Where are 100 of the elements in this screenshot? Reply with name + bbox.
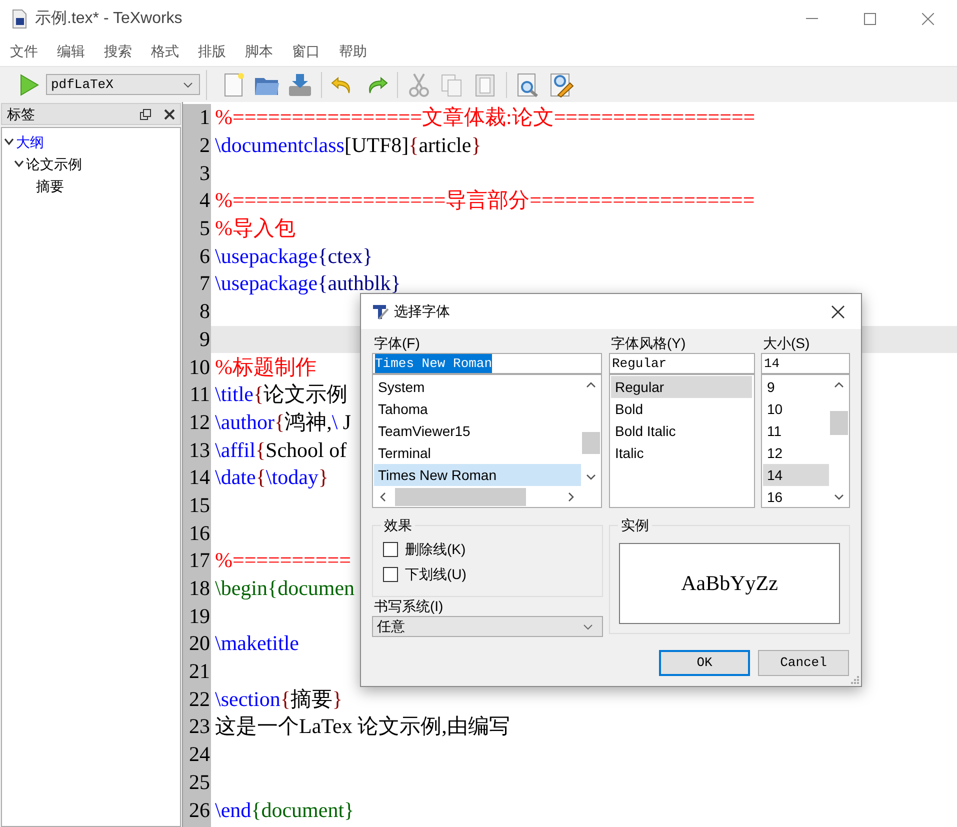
chevron-down-icon[interactable] bbox=[4, 138, 14, 146]
list-item[interactable]: Italic bbox=[611, 442, 754, 464]
scrollbar-thumb[interactable] bbox=[395, 488, 526, 506]
checkbox[interactable] bbox=[383, 566, 398, 582]
minimize-icon bbox=[806, 18, 818, 20]
input-field[interactable]: Times New Roman bbox=[372, 353, 602, 374]
close-icon[interactable] bbox=[164, 108, 175, 120]
close-icon bbox=[831, 304, 845, 318]
line-number: 4 bbox=[200, 190, 210, 212]
line-number: 9 bbox=[200, 328, 210, 350]
line-number: 17 bbox=[189, 550, 210, 572]
tree-item[interactable]: 摘要 bbox=[36, 176, 64, 196]
engine-value: pdfLaTeX bbox=[51, 76, 114, 94]
line-number: 10 bbox=[189, 356, 210, 378]
checkbox-label: 删除线(K) bbox=[405, 540, 466, 559]
group-title: 效果 bbox=[381, 516, 415, 534]
line-number: 13 bbox=[189, 440, 210, 461]
code-line: \affil{School of bbox=[215, 440, 347, 461]
window-title: 示例.tex* - TeXworks bbox=[35, 9, 182, 29]
code-line: \title{论文示例 bbox=[215, 384, 348, 406]
code-line: \documentclass[UTF8]{article} bbox=[215, 135, 482, 156]
group-title: 实例 bbox=[618, 516, 652, 534]
scroll-left-icon[interactable] bbox=[380, 492, 386, 502]
line-number: 15 bbox=[189, 494, 210, 516]
code-line: \author{鸿神,\ J bbox=[215, 412, 352, 433]
code-line: 这是一个LaTex 论文示例,由编写 bbox=[215, 716, 510, 738]
sample-text: AaBbYyZz bbox=[681, 570, 778, 597]
list-item[interactable]: System bbox=[374, 376, 581, 398]
line-number: 1 bbox=[200, 107, 210, 128]
input-value: 14 bbox=[764, 354, 780, 373]
menu-item[interactable]: 帮助 bbox=[339, 40, 367, 62]
menu-item[interactable]: 搜索 bbox=[104, 40, 132, 62]
play-icon[interactable] bbox=[19, 74, 39, 96]
find-replace-icon[interactable] bbox=[548, 72, 574, 98]
scissors-icon[interactable] bbox=[406, 72, 432, 98]
scroll-up-icon[interactable] bbox=[586, 382, 596, 388]
list-item[interactable]: Bold Italic bbox=[611, 420, 754, 442]
tree-item[interactable]: 大纲 bbox=[16, 132, 44, 152]
code-line: %标题制作 bbox=[215, 356, 316, 378]
maximize-icon bbox=[864, 13, 876, 25]
code-line: \section{摘要} bbox=[215, 688, 343, 710]
code-line: \usepackage{ctex} bbox=[215, 246, 373, 267]
menu-item[interactable]: 编辑 bbox=[57, 40, 85, 62]
menu-item[interactable]: 排版 bbox=[198, 40, 226, 62]
engine-dropdown[interactable]: pdfLaTeX bbox=[46, 74, 200, 95]
field-label: 大小(S) bbox=[762, 334, 811, 353]
scroll-down-icon[interactable] bbox=[834, 494, 844, 500]
line-number: 26 bbox=[189, 800, 210, 821]
menu-item[interactable]: 格式 bbox=[151, 40, 179, 62]
input-value: Times New Roman bbox=[375, 354, 492, 374]
line-number: 5 bbox=[200, 218, 210, 240]
input-field[interactable]: Regular bbox=[609, 353, 755, 374]
menu-item[interactable]: 窗口 bbox=[292, 40, 320, 62]
chevron-down-icon bbox=[583, 624, 593, 630]
document-icon bbox=[11, 9, 27, 29]
line-number: 14 bbox=[189, 467, 210, 488]
save-icon[interactable] bbox=[287, 72, 313, 98]
scrollbar-thumb[interactable] bbox=[830, 411, 848, 435]
code-line: %========== bbox=[215, 550, 351, 572]
list-item[interactable]: 16 bbox=[763, 486, 829, 508]
list-item[interactable]: TeamViewer15 bbox=[374, 420, 581, 442]
list-item[interactable]: Times New Roman bbox=[374, 464, 581, 486]
search-icon[interactable] bbox=[515, 72, 541, 98]
scroll-up-icon[interactable] bbox=[834, 382, 844, 388]
scrollbar-thumb[interactable] bbox=[582, 432, 600, 454]
list-item[interactable]: Regular bbox=[611, 376, 752, 398]
list-item[interactable]: Tahoma bbox=[374, 398, 581, 420]
scroll-right-icon[interactable] bbox=[568, 492, 574, 502]
code-line: \maketitle bbox=[215, 633, 299, 654]
list-item[interactable]: 9 bbox=[763, 376, 829, 398]
field-label: 字体(F) bbox=[373, 334, 421, 353]
line-number: 25 bbox=[189, 772, 210, 793]
float-icon[interactable] bbox=[140, 108, 151, 120]
list-item[interactable]: 10 bbox=[763, 398, 829, 420]
tree-item[interactable]: 论文示例 bbox=[26, 154, 82, 174]
chevron-down-icon bbox=[183, 82, 193, 88]
code-line: \usepackage{authblk} bbox=[215, 273, 401, 294]
menu-item[interactable]: 文件 bbox=[10, 40, 38, 62]
app-icon bbox=[371, 302, 389, 320]
line-number: 19 bbox=[189, 606, 210, 627]
list-item[interactable]: 14 bbox=[763, 464, 829, 486]
code-line: \end{document} bbox=[215, 800, 354, 821]
writing-system-dropdown[interactable]: 任意 bbox=[372, 616, 603, 637]
list-item[interactable]: 12 bbox=[763, 442, 829, 464]
input-field[interactable]: 14 bbox=[761, 353, 850, 374]
list-item[interactable]: Bold bbox=[611, 398, 754, 420]
line-number: 24 bbox=[189, 744, 210, 766]
code-line: %导入包 bbox=[215, 218, 296, 240]
line-number: 21 bbox=[189, 661, 210, 682]
dialog-button[interactable]: OK bbox=[659, 650, 750, 676]
checkbox[interactable] bbox=[383, 542, 398, 556]
list-item[interactable]: 11 bbox=[763, 420, 829, 442]
dialog-button[interactable]: Cancel bbox=[758, 650, 849, 676]
list-item[interactable]: Terminal bbox=[374, 442, 581, 464]
close-icon bbox=[922, 13, 934, 25]
resize-grip-icon[interactable] bbox=[850, 675, 860, 685]
menu-item[interactable]: 脚本 bbox=[245, 40, 273, 62]
line-number: 7 bbox=[200, 273, 210, 294]
chevron-down-icon[interactable] bbox=[14, 160, 24, 168]
scroll-down-icon[interactable] bbox=[586, 474, 596, 480]
